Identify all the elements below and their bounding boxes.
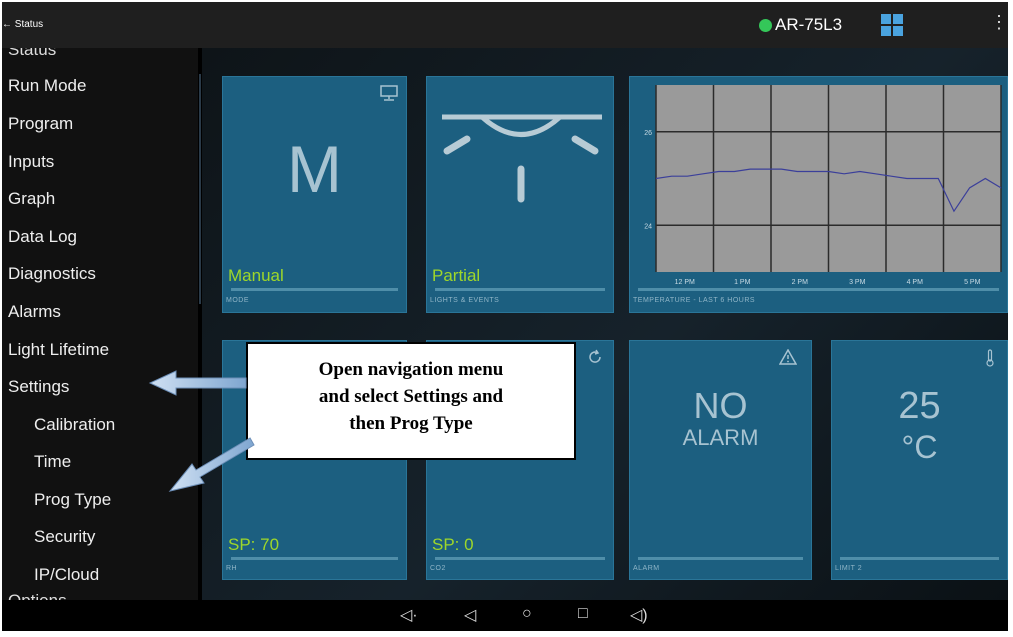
rh-label: RH <box>226 565 238 572</box>
navigation-drawer: Status Run Mode Program Inputs Graph Dat… <box>2 48 198 600</box>
volume-up-icon[interactable]: ◁) <box>630 605 648 625</box>
sidebar-subitem-ip-cloud[interactable]: IP/Cloud <box>34 565 99 585</box>
more-vertical-icon[interactable]: ⋮ <box>990 13 1008 31</box>
chart-underline <box>638 288 999 291</box>
sidebar-subitem-time[interactable]: Time <box>34 452 71 472</box>
sidebar-item-settings[interactable]: Settings <box>8 377 69 397</box>
top-bar: ← Status AR-75L3 ⋮ <box>2 2 1008 48</box>
sidebar-item-status-clipped[interactable]: Status <box>8 48 56 60</box>
sidebar-item-light-lifetime[interactable]: Light Lifetime <box>8 340 109 360</box>
callout-line-1: Open navigation menu <box>318 359 504 380</box>
app-screen: ← Status AR-75L3 ⋮ Status Run Mode Progr… <box>2 2 1008 631</box>
recents-icon[interactable]: □ <box>578 605 588 623</box>
refresh-icon <box>589 349 601 363</box>
lights-label: LIGHTS & EVENTS <box>430 297 500 304</box>
chart-label: TEMPERATURE - LAST 6 HOURS <box>633 297 756 304</box>
lights-underline <box>435 288 605 291</box>
warning-icon <box>779 349 797 365</box>
device-name[interactable]: AR-75L3 <box>775 15 842 35</box>
grid-icon[interactable] <box>881 14 903 36</box>
connection-status-icon <box>759 19 772 32</box>
chart-x-tick-label: 2 PM <box>792 279 809 286</box>
chart-y-tick-label: 26 <box>644 130 652 137</box>
tile-limit-2[interactable]: 25 °C LIMIT 2 <box>831 340 1008 580</box>
back-to-status-link[interactable]: ← Status <box>2 19 43 30</box>
dashboard-area: M Manual MODE Partial LIGHTS & EVENTS 24… <box>202 48 1008 600</box>
sidebar-item-program[interactable]: Program <box>8 114 73 134</box>
alarm-label: ALARM <box>633 565 660 572</box>
co2-label: CO2 <box>430 565 446 572</box>
thermometer-icon <box>986 349 994 367</box>
callout-line-3: then Prog Type <box>349 413 473 434</box>
chart-x-tick-label: 4 PM <box>907 279 924 286</box>
lights-value: Partial <box>432 266 481 285</box>
back-icon[interactable]: ◁ <box>464 605 476 625</box>
mode-label: MODE <box>226 297 249 304</box>
temperature-chart: 24 26 12 PM 1 PM 2 PM 3 PM 4 PM 5 PM <box>644 85 1002 286</box>
sidebar-item-diagnostics[interactable]: Diagnostics <box>8 264 96 284</box>
tile-lights-events[interactable]: Partial LIGHTS & EVENTS <box>426 76 614 313</box>
tile-alarm[interactable]: NO ALARM ALARM <box>629 340 812 580</box>
sidebar-item-options-clipped[interactable]: Options <box>8 591 67 600</box>
volume-down-icon[interactable]: ◁· <box>400 605 418 625</box>
lamp-icon <box>442 114 602 203</box>
tile-mode[interactable]: M Manual MODE <box>222 76 407 313</box>
rh-underline <box>231 557 398 560</box>
instruction-callout: Open navigation menu and select Settings… <box>246 342 576 460</box>
sidebar-item-alarms[interactable]: Alarms <box>8 302 61 322</box>
monitor-icon <box>380 85 398 101</box>
sidebar-subitem-security[interactable]: Security <box>34 527 95 547</box>
chart-x-tick-label: 3 PM <box>849 279 866 286</box>
sidebar-item-run-mode[interactable]: Run Mode <box>8 76 86 96</box>
alarm-status-line1: NO <box>693 385 748 426</box>
limit2-underline <box>840 557 999 560</box>
chart-x-tick-label: 12 PM <box>675 279 695 286</box>
sidebar-item-data-log[interactable]: Data Log <box>8 227 77 247</box>
alarm-underline <box>638 557 803 560</box>
sidebar-subitem-prog-type[interactable]: Prog Type <box>34 490 111 510</box>
limit2-unit: °C <box>901 429 938 465</box>
home-icon[interactable]: ○ <box>522 605 532 623</box>
co2-underline <box>435 557 605 560</box>
tile-temperature-chart[interactable]: 24 26 12 PM 1 PM 2 PM 3 PM 4 PM 5 PM TEMPERATUR… <box>629 76 1008 313</box>
system-nav-bar: ◁· ◁ ○ □ ◁) <box>2 600 1008 631</box>
rh-setpoint: SP: 70 <box>228 535 280 554</box>
chart-y-tick-label: 24 <box>644 223 652 230</box>
sidebar-item-graph[interactable]: Graph <box>8 189 55 209</box>
chart-x-tick-label: 1 PM <box>734 279 751 286</box>
screenshot-frame: ← Status AR-75L3 ⋮ Status Run Mode Progr… <box>0 0 1013 637</box>
chart-x-tick-label: 5 PM <box>964 279 981 286</box>
drawer-divider <box>199 74 201 304</box>
limit2-value: 25 <box>898 385 941 427</box>
mode-underline <box>231 288 398 291</box>
sidebar-item-inputs[interactable]: Inputs <box>8 152 54 172</box>
mode-value: Manual <box>228 266 284 285</box>
co2-setpoint: SP: 0 <box>432 535 474 554</box>
alarm-status-line2: ALARM <box>682 425 759 450</box>
limit2-label: LIMIT 2 <box>835 565 863 572</box>
callout-line-2: and select Settings and <box>318 386 504 407</box>
mode-letter: M <box>287 132 342 206</box>
sidebar-subitem-calibration[interactable]: Calibration <box>34 415 115 435</box>
